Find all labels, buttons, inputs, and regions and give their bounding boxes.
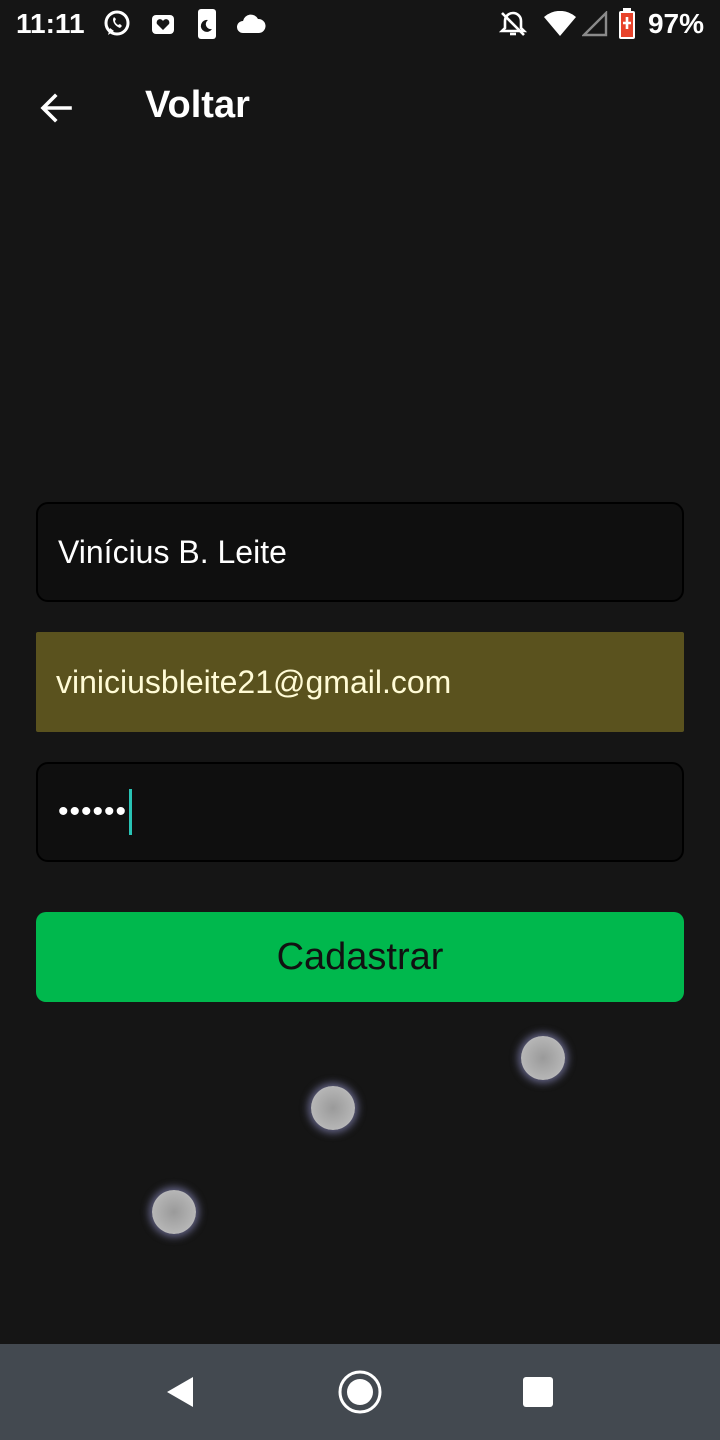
password-field[interactable]: ••••••	[36, 762, 684, 862]
password-field-value: ••••••	[58, 795, 128, 828]
cloud-icon	[236, 8, 266, 40]
nav-back-button[interactable]	[132, 1344, 228, 1440]
cadastrar-button[interactable]: Cadastrar	[36, 912, 684, 1002]
nav-recents-icon	[523, 1377, 553, 1407]
name-field-value: Vinícius B. Leite	[58, 533, 287, 570]
touch-indicator	[152, 1190, 196, 1234]
battery-charging-icon	[614, 8, 640, 40]
name-field[interactable]: Vinícius B. Leite	[36, 502, 684, 602]
touch-indicator	[521, 1036, 565, 1080]
back-button[interactable]	[24, 76, 88, 140]
notifications-off-icon	[498, 8, 528, 40]
email-field-value: viniciusbleite21@gmail.com	[56, 663, 452, 700]
nav-back-icon	[167, 1377, 193, 1407]
nav-recents-button[interactable]	[490, 1344, 586, 1440]
status-time: 11:11	[16, 8, 85, 39]
text-cursor	[129, 789, 133, 835]
battery-percent: 97%	[647, 8, 704, 39]
status-bar: 11:11 97%	[0, 0, 720, 52]
screen: 11:11 97% Voltar Vinícius B. Leite vinic…	[0, 0, 720, 1440]
navigation-bar	[0, 1344, 720, 1440]
sleep-tracker-icon	[148, 8, 178, 40]
arrow-left-icon	[40, 93, 72, 123]
nav-home-icon	[338, 1370, 382, 1414]
app-bar: Voltar	[0, 62, 720, 152]
touch-indicator	[311, 1086, 355, 1130]
wifi-icon	[542, 8, 578, 40]
phone-moon-icon	[192, 8, 222, 40]
cellular-signal-icon	[580, 8, 610, 40]
email-field[interactable]: viniciusbleite21@gmail.com	[36, 632, 684, 732]
nav-home-button[interactable]	[312, 1344, 408, 1440]
whatsapp-icon	[102, 8, 132, 40]
page-title: Voltar	[145, 84, 250, 126]
